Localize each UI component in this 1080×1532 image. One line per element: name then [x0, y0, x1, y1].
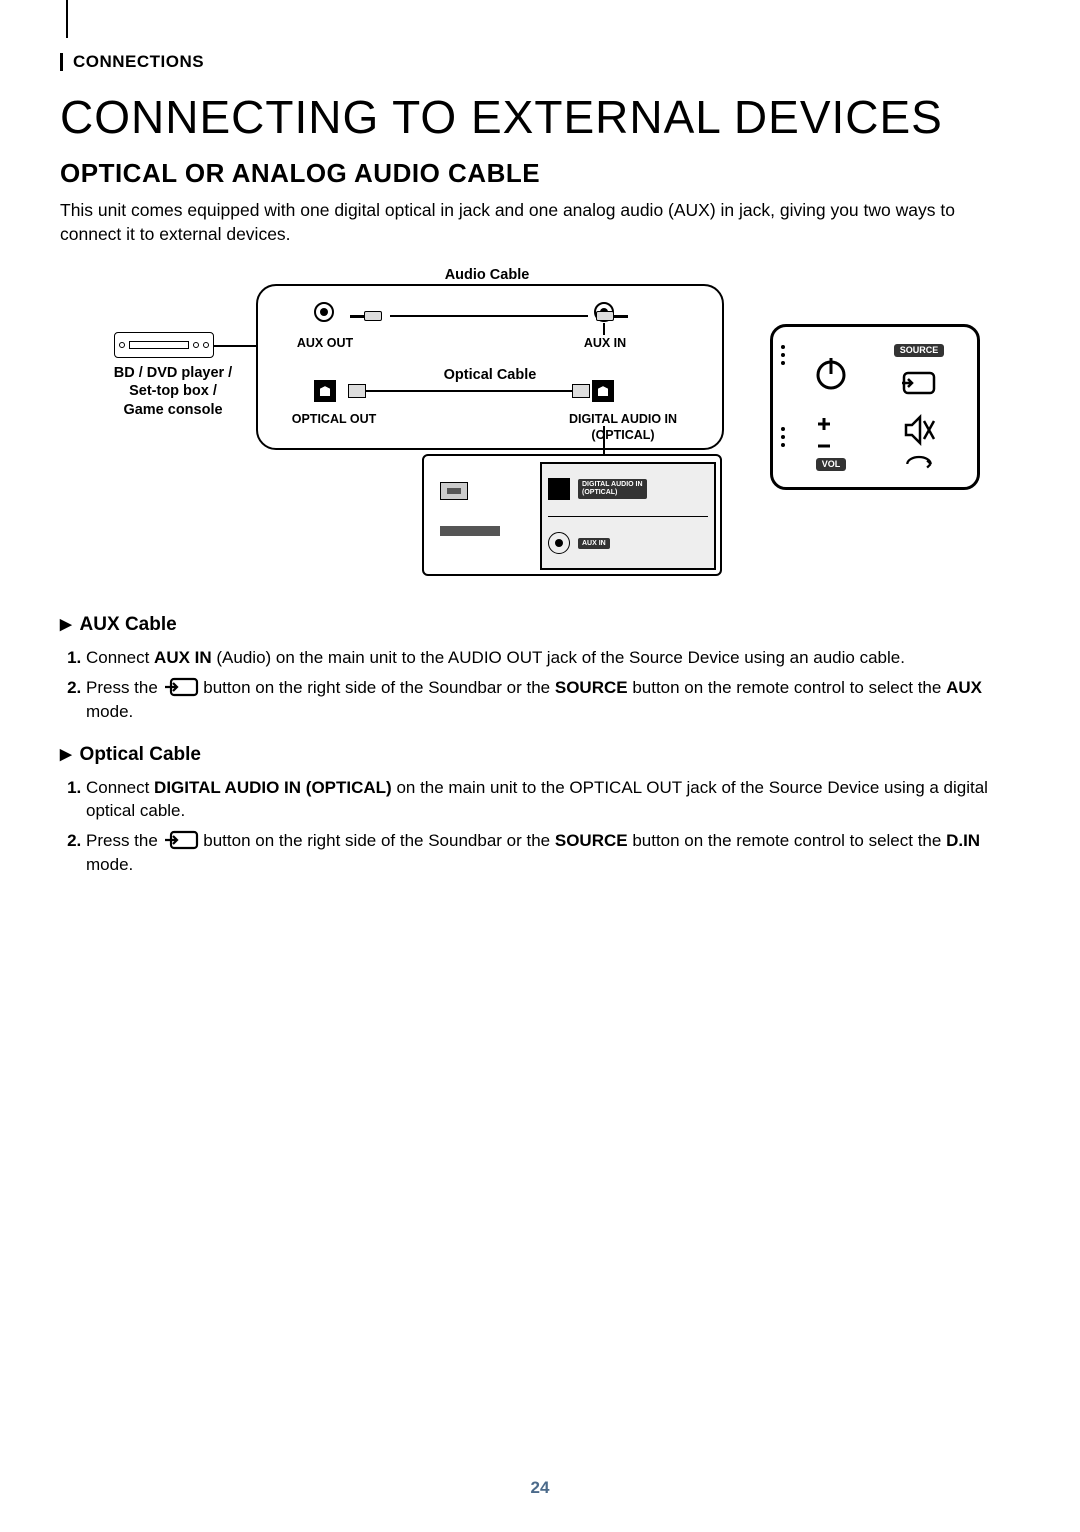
rear-aux-port-icon [548, 532, 570, 554]
source-icon [898, 361, 940, 403]
rear-optical-port-icon [548, 478, 570, 500]
aux-step2-mid1: button on the right side of the Soundbar… [199, 678, 555, 697]
digital-audio-in-label: DIGITAL AUDIO IN (OPTICAL) [538, 412, 708, 443]
rear-port-group: DIGITAL AUDIO IN (OPTICAL) AUX IN [540, 462, 716, 570]
optical-step2-source: SOURCE [555, 831, 628, 850]
vol-pill-label: VOL [816, 458, 847, 471]
aux-step2-prefix: Press the [86, 678, 163, 697]
digital-audio-in-jack-icon [592, 380, 614, 402]
device-connector-line [214, 345, 256, 347]
section-heading: OPTICAL OR ANALOG AUDIO CABLE [60, 158, 1020, 189]
rear-optical-port-label: DIGITAL AUDIO IN (OPTICAL) [578, 479, 647, 498]
mute-icon [898, 409, 940, 451]
panel-source-button[interactable]: SOURCE [875, 339, 963, 407]
triangle-bullet-icon: ▶ [60, 745, 72, 763]
rear-aux-port: AUX IN [548, 532, 708, 554]
aux-cable-heading: ▶ AUX Cable [60, 614, 1020, 636]
rear-aux-port-label: AUX IN [578, 538, 610, 549]
optical-cable-heading-text: Optical Cable [80, 744, 201, 765]
page-number: 24 [0, 1478, 1080, 1498]
aux-step2-end: mode. [86, 702, 133, 721]
optical-out-jack-icon [314, 380, 336, 402]
source-device-icon [114, 332, 214, 358]
panel-power-button[interactable] [787, 339, 875, 407]
soundbar-control-panel: SOURCE VOL [770, 324, 980, 490]
optical-cable-plug-left-icon [348, 384, 366, 398]
aux-out-label: AUX OUT [285, 336, 365, 352]
connection-diagram: Audio Cable (not supplied) AUX OUT AUX I… [100, 266, 980, 586]
optical-step2-end: mode. [86, 855, 133, 874]
aux-step2-mode: AUX [946, 678, 982, 697]
optical-cable-heading: ▶ Optical Cable [60, 744, 1020, 766]
rear-micro-usb-icon [440, 482, 468, 500]
repeat-icon [898, 455, 940, 473]
optical-step2-mid1: button on the right side of the Soundbar… [199, 831, 555, 850]
optical-cable-icon [366, 390, 572, 392]
optical-step2-prefix: Press the [86, 831, 163, 850]
header-rule [66, 0, 68, 38]
optical-step-2: Press the button on the right side of th… [86, 829, 1020, 877]
optical-step1-prefix: Connect [86, 778, 154, 797]
rear-slot-icon [440, 526, 500, 536]
triangle-bullet-icon: ▶ [60, 615, 72, 633]
intro-paragraph: This unit comes equipped with one digita… [60, 199, 1020, 246]
optical-cable-plug-right-icon [572, 384, 590, 398]
panel-volume-button[interactable]: VOL [787, 407, 875, 475]
optical-step2-mode: D.IN [946, 831, 980, 850]
volume-plus-minus-icon [810, 412, 852, 454]
optical-steps-list: Connect DIGITAL AUDIO IN (OPTICAL) on th… [60, 776, 1020, 877]
section-label-bar [60, 53, 63, 71]
audio-cable-icon [350, 310, 628, 322]
aux-step2-source: SOURCE [555, 678, 628, 697]
aux-step1-rest: (Audio) on the main unit to the AUDIO OU… [212, 648, 905, 667]
aux-cable-connector-line [603, 323, 605, 335]
section-label: CONNECTIONS [73, 52, 204, 72]
panel-mute-and-repeat[interactable] [875, 407, 963, 475]
aux-in-label: AUX IN [565, 336, 645, 352]
optical-step-1: Connect DIGITAL AUDIO IN (OPTICAL) on th… [86, 776, 1020, 824]
source-button-inline-icon [163, 677, 199, 697]
aux-step-1: Connect AUX IN (Audio) on the main unit … [86, 646, 1020, 670]
aux-step-2: Press the button on the right side of th… [86, 676, 1020, 724]
aux-step1-prefix: Connect [86, 648, 154, 667]
page-title: CONNECTING TO EXTERNAL DEVICES [60, 90, 1020, 144]
optical-step2-mid2: button on the remote control to select t… [628, 831, 946, 850]
section-label-row: CONNECTIONS [60, 52, 1020, 72]
aux-step2-mid2: button on the remote control to select t… [628, 678, 946, 697]
page-content: CONNECTIONS CONNECTING TO EXTERNAL DEVIC… [0, 0, 1080, 877]
source-pill-label: SOURCE [894, 344, 945, 357]
optical-step1-bold: DIGITAL AUDIO IN (OPTICAL) [154, 778, 392, 797]
aux-step1-aux-in: AUX IN [154, 648, 212, 667]
power-icon [810, 352, 852, 394]
soundbar-rear-panel: DIGITAL AUDIO IN (OPTICAL) AUX IN [422, 454, 722, 576]
aux-cable-heading-text: AUX Cable [80, 614, 177, 635]
optical-out-label: OPTICAL OUT [274, 412, 394, 428]
device-label: BD / DVD player / Set-top box / Game con… [100, 364, 246, 418]
rear-optical-port: DIGITAL AUDIO IN (OPTICAL) [548, 478, 708, 500]
aux-steps-list: Connect AUX IN (Audio) on the main unit … [60, 646, 1020, 723]
source-button-inline-icon [163, 830, 199, 850]
optical-cable-label: Optical Cable [410, 366, 570, 384]
